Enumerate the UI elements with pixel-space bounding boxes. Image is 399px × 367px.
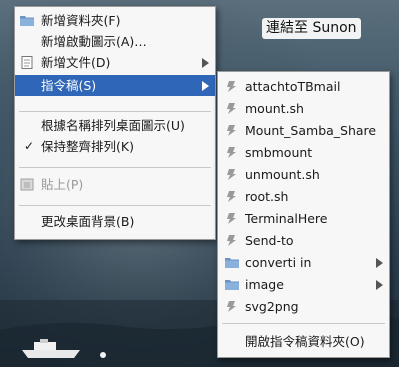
script-folder-image[interactable]: image <box>218 274 389 295</box>
menu-item-label: 保持整齊排列(K) <box>41 139 134 154</box>
script-icon <box>227 235 236 246</box>
script-item-terminalhere[interactable]: TerminalHere <box>218 208 389 229</box>
menu-separator <box>19 167 211 168</box>
folder-icon <box>20 16 34 26</box>
script-icon <box>227 147 236 158</box>
document-icon <box>21 56 33 69</box>
menu-item-label: unmount.sh <box>245 167 320 182</box>
script-folder-converti-in[interactable]: converti in <box>218 252 389 273</box>
menu-item-label: smbmount <box>245 145 313 160</box>
folder-icon <box>225 258 239 268</box>
menu-item-label: 新增文件(D) <box>41 55 111 70</box>
script-icon <box>227 169 236 180</box>
menu-item-open-scripts-folder[interactable]: 開啟指令稿資料夾(O) <box>218 331 389 352</box>
script-icon <box>227 213 236 224</box>
menu-item-paste[interactable]: 貼上(P) <box>15 174 215 195</box>
desktop-shortcut-label[interactable]: 連結至 Sunon <box>262 18 361 39</box>
folder-icon <box>225 280 239 290</box>
menu-separator <box>19 205 211 206</box>
menu-item-keep-aligned[interactable]: ✓ 保持整齊排列(K) <box>15 136 215 157</box>
submenu-arrow-icon <box>376 258 383 268</box>
submenu-arrow-icon <box>376 280 383 290</box>
script-icon <box>227 103 236 114</box>
menu-item-label: 新增資料夾(F) <box>41 13 121 28</box>
menu-item-label: svg2png <box>245 299 299 314</box>
menu-item-label: Mount_Samba_Share <box>245 123 377 138</box>
menu-item-label: 開啟指令稿資料夾(O) <box>245 334 365 349</box>
checkmark-icon: ✓ <box>24 139 35 153</box>
paste-icon <box>20 178 34 191</box>
menu-item-label: TerminalHere <box>245 211 328 226</box>
script-item-mount-sh[interactable]: mount.sh <box>218 98 389 119</box>
submenu-arrow-icon <box>202 81 209 91</box>
menu-item-label: attachtoTBmail <box>245 79 341 94</box>
menu-item-label: image <box>245 277 284 292</box>
menu-item-label: 指令稿(S) <box>41 78 97 93</box>
script-icon <box>227 301 236 312</box>
script-item-svg2png[interactable]: svg2png <box>218 296 389 317</box>
menu-item-label: converti in <box>245 255 312 270</box>
script-icon <box>227 81 236 92</box>
script-item-send-to[interactable]: Send-to <box>218 230 389 251</box>
menu-item-sort-by-name[interactable]: 根據名稱排列桌面圖示(U) <box>15 115 215 136</box>
menu-item-label: 根據名稱排列桌面圖示(U) <box>41 118 185 133</box>
script-item-attachtotbmail[interactable]: attachtoTBmail <box>218 76 389 97</box>
menu-item-new-document[interactable]: 新增文件(D) <box>15 52 215 73</box>
menu-item-change-background[interactable]: 更改桌面背景(B) <box>15 211 215 232</box>
menu-separator <box>19 111 211 112</box>
buoy-icon <box>100 352 106 358</box>
menu-item-label: 更改桌面背景(B) <box>41 214 135 229</box>
menu-item-label: 貼上(P) <box>41 177 84 192</box>
menu-item-label: Send-to <box>245 233 294 248</box>
menu-item-new-launcher[interactable]: 新增啟動圖示(A)… <box>15 31 215 52</box>
desktop-context-menu: 新增資料夾(F) 新增啟動圖示(A)… 新增文件(D) 指令稿(S) 根據名稱排… <box>14 6 216 240</box>
script-item-unmount-sh[interactable]: unmount.sh <box>218 164 389 185</box>
script-icon <box>227 191 236 202</box>
menu-item-label: 新增啟動圖示(A)… <box>41 34 147 49</box>
script-item-mount-samba-share[interactable]: Mount_Samba_Share <box>218 120 389 141</box>
menu-item-label: mount.sh <box>245 101 304 116</box>
script-item-smbmount[interactable]: smbmount <box>218 142 389 163</box>
script-icon <box>227 125 236 136</box>
menu-item-new-folder[interactable]: 新增資料夾(F) <box>15 10 215 31</box>
scripts-submenu: attachtoTBmail mount.sh Mount_Samba_Shar… <box>217 71 390 358</box>
submenu-arrow-icon <box>202 58 209 68</box>
menu-item-label: root.sh <box>245 189 289 204</box>
script-item-root-sh[interactable]: root.sh <box>218 186 389 207</box>
menu-separator <box>222 323 385 324</box>
menu-item-scripts[interactable]: 指令稿(S) <box>15 75 215 96</box>
